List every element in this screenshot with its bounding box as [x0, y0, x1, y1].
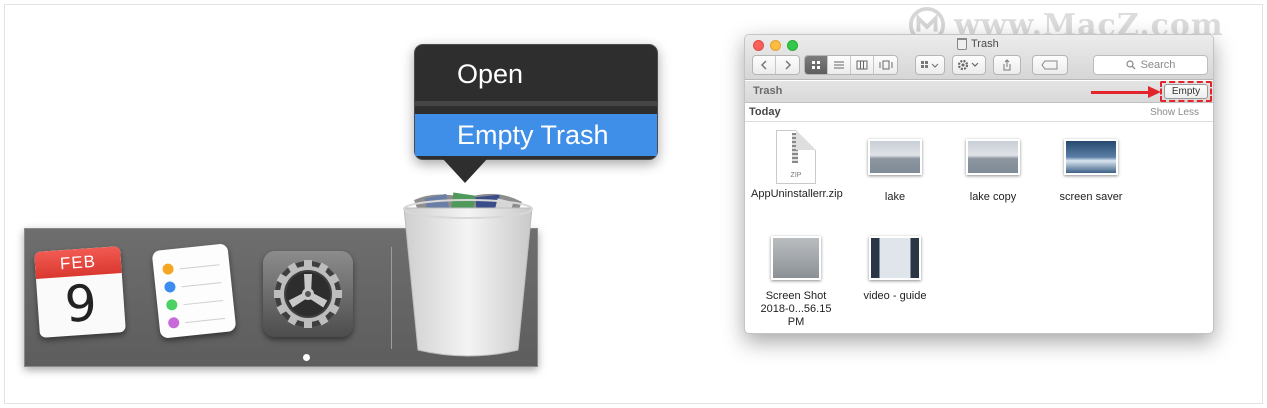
list-view-button[interactable]: [828, 56, 851, 74]
minimize-button[interactable]: [770, 40, 781, 51]
search-icon: [1125, 60, 1136, 70]
image-thumbnail-icon: [966, 139, 1020, 175]
search-field[interactable]: Search: [1093, 55, 1208, 75]
zip-icon-label: ZIP: [790, 172, 802, 179]
file-name: lake: [884, 191, 906, 203]
group-grid-icon: [921, 61, 939, 68]
file-item[interactable]: lake copy: [944, 139, 1042, 204]
reminder-dot-icon: [162, 263, 175, 276]
image-thumbnail-icon: [771, 236, 821, 280]
gear-icon: [274, 260, 342, 328]
gear-chevron-icon: [957, 59, 979, 71]
annotation-arrow: [1091, 91, 1149, 94]
location-label: Trash: [753, 85, 783, 97]
icon-view-button[interactable]: [805, 56, 828, 74]
trash-app-icon[interactable]: [396, 192, 540, 358]
finder-titlebar: Trash Search: [745, 35, 1213, 80]
nav-buttons: [752, 55, 800, 75]
share-icon: [1003, 59, 1011, 71]
reminder-dot-icon: [163, 280, 176, 294]
back-button[interactable]: [753, 56, 776, 74]
reminder-dot-icon: [167, 316, 180, 329]
trash-header-bar: Trash Empty: [745, 81, 1213, 103]
zip-file-icon: ZIP: [776, 130, 816, 184]
file-name: AppUninstallerr.zip: [751, 188, 843, 200]
running-indicator: [303, 354, 310, 361]
close-button[interactable]: [753, 40, 764, 51]
file-item[interactable]: Screen Shot 2018-0...56.15 PM: [747, 236, 845, 329]
list-icon: [834, 61, 844, 69]
columns-icon: [856, 60, 868, 70]
forward-button[interactable]: [776, 56, 799, 74]
calendar-app-icon[interactable]: FEB 9: [34, 246, 126, 338]
tag-icon: [1041, 60, 1058, 70]
image-thumbnail-icon: [868, 139, 922, 175]
system-preferences-app-icon[interactable]: [263, 251, 353, 337]
trash-context-menu: Open Empty Trash: [414, 44, 658, 160]
trash-full-icon: [403, 192, 533, 357]
file-item[interactable]: ZIP AppUninstallerr.zip: [747, 130, 845, 201]
menu-item-open[interactable]: Open: [415, 53, 657, 95]
search-placeholder: Search: [1140, 59, 1176, 71]
view-mode-control: [804, 55, 898, 75]
menu-separator: [415, 101, 657, 106]
group-by-button[interactable]: [915, 55, 945, 75]
reminders-app-icon[interactable]: [151, 243, 237, 339]
section-title: Today: [749, 106, 781, 118]
reminder-dot-icon: [165, 298, 178, 311]
empty-button[interactable]: Empty: [1164, 84, 1208, 99]
menu-pointer: [443, 159, 487, 183]
share-button[interactable]: [993, 55, 1021, 75]
window-title: Trash: [971, 38, 999, 50]
gallery-view-button[interactable]: [874, 56, 897, 74]
column-view-button[interactable]: [851, 56, 874, 74]
file-name: screen saver: [1059, 191, 1123, 203]
gallery-icon: [879, 60, 892, 70]
trash-title-icon: [957, 38, 967, 50]
finder-window: Trash Search Trash Empty Today Show Less…: [744, 34, 1214, 334]
file-item[interactable]: lake: [846, 139, 944, 204]
file-name: lake copy: [969, 191, 1017, 203]
tags-button[interactable]: [1032, 55, 1068, 75]
file-item[interactable]: video - guide: [846, 236, 944, 303]
chevron-right-icon: [784, 60, 791, 70]
file-item[interactable]: screen saver: [1042, 139, 1140, 204]
section-header-today: Today Show Less: [745, 104, 1213, 122]
show-less-link[interactable]: Show Less: [1150, 107, 1199, 118]
dock-separator: [391, 247, 392, 349]
file-name: Screen Shot 2018-0...56.15 PM: [760, 290, 832, 328]
zoom-button[interactable]: [787, 40, 798, 51]
video-thumbnail-icon: [869, 236, 921, 280]
calendar-day: 9: [62, 273, 99, 335]
action-menu-button[interactable]: [952, 55, 986, 75]
grid-icon: [812, 61, 820, 69]
file-name: video - guide: [863, 290, 927, 302]
image-thumbnail-icon: [1064, 139, 1118, 175]
chevron-left-icon: [760, 60, 767, 70]
menu-item-empty-trash[interactable]: Empty Trash: [415, 114, 657, 156]
